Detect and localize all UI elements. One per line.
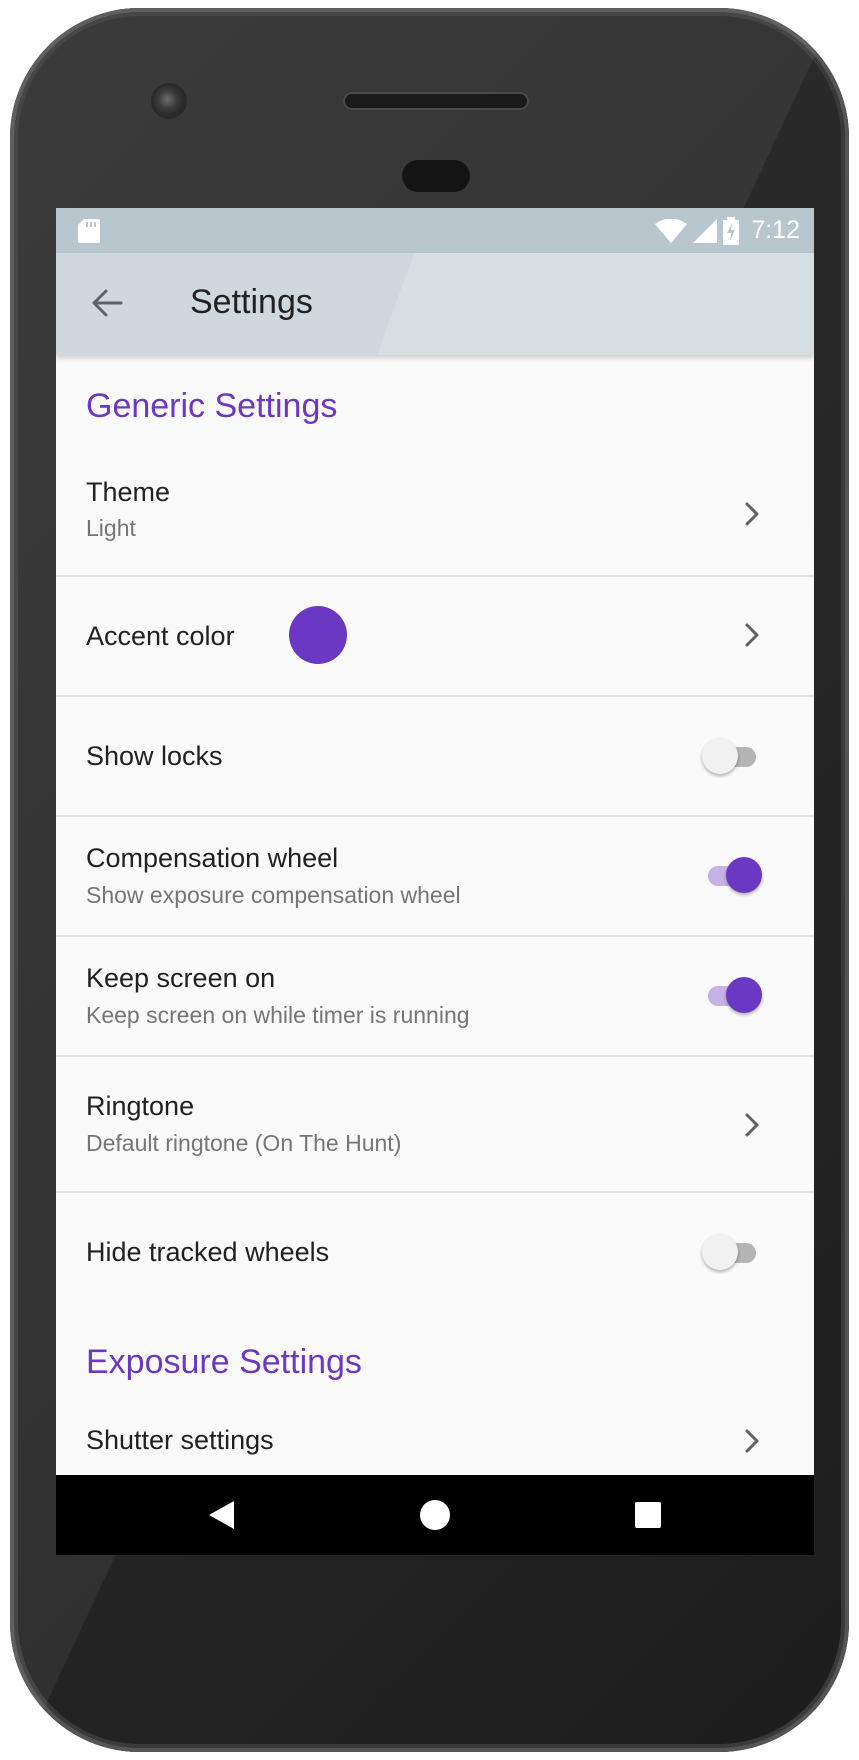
pref-title: Accent color [86, 621, 235, 651]
switch-thumb [702, 738, 738, 774]
status-time: 7:12 [751, 216, 800, 244]
pref-keep-screen-on[interactable]: Keep screen on Keep screen on while time… [56, 937, 814, 1055]
pref-ringtone[interactable]: Ringtone Default ringtone (On The Hunt) [56, 1057, 814, 1191]
pref-title: Ringtone [86, 1091, 195, 1121]
show-locks-switch[interactable] [702, 736, 760, 776]
pref-title: Theme [86, 477, 171, 507]
cell-signal-icon [693, 218, 718, 243]
back-triangle-icon [209, 1501, 234, 1529]
chevron-right-icon [745, 1429, 759, 1453]
status-icons: 7:12 [655, 208, 800, 253]
switch-thumb [702, 1234, 738, 1270]
pref-summary: Default ringtone (On The Hunt) [86, 1130, 402, 1156]
switch-thumb [726, 977, 762, 1013]
app-bar: Settings [56, 253, 814, 355]
pref-theme[interactable]: Theme Light [56, 455, 814, 575]
pref-shutter-settings[interactable]: Shutter settings [56, 1405, 814, 1467]
accent-color-swatch [289, 606, 347, 664]
wifi-icon [655, 218, 688, 243]
home-circle-icon [420, 1500, 450, 1530]
chevron-right-icon [745, 623, 759, 647]
pref-show-locks[interactable]: Show locks [56, 697, 814, 815]
battery-charging-icon [723, 216, 740, 245]
pref-hide-tracked-wheels[interactable]: Hide tracked wheels [56, 1193, 814, 1311]
section-header-generic: Generic Settings [86, 387, 338, 425]
nav-recents-button[interactable] [626, 1493, 670, 1537]
pref-title: Compensation wheel [86, 843, 339, 873]
earpiece-speaker [343, 92, 529, 110]
chevron-right-icon [745, 502, 759, 526]
proximity-sensor [402, 160, 470, 192]
pref-compensation-wheel[interactable]: Compensation wheel Show exposure compens… [56, 817, 814, 935]
back-button[interactable] [82, 278, 132, 328]
pref-title: Keep screen on [86, 963, 276, 993]
compensation-wheel-switch[interactable] [704, 855, 762, 895]
phone-frame: 7:12 Settings Generic Settings Theme Lig… [10, 8, 849, 1752]
recents-square-icon [635, 1502, 661, 1528]
front-camera [154, 86, 184, 116]
navigation-bar [56, 1475, 814, 1555]
section-header-exposure: Exposure Settings [86, 1343, 362, 1381]
sd-card-icon [78, 219, 100, 243]
arrow-left-icon [92, 289, 123, 317]
settings-list: Generic Settings Theme Light Accent colo… [56, 355, 814, 1467]
hide-tracked-wheels-switch[interactable] [702, 1232, 760, 1272]
nav-home-button[interactable] [413, 1493, 457, 1537]
keep-screen-on-switch[interactable] [704, 975, 762, 1015]
switch-thumb [726, 857, 762, 893]
chevron-right-icon [745, 1113, 759, 1137]
nav-back-button[interactable] [199, 1493, 243, 1537]
pref-summary: Keep screen on while timer is running [86, 1002, 470, 1028]
page-title: Settings [190, 283, 313, 321]
pref-title: Shutter settings [86, 1425, 274, 1455]
pref-title: Hide tracked wheels [86, 1237, 330, 1267]
screen: 7:12 Settings Generic Settings Theme Lig… [56, 208, 814, 1555]
pref-title: Show locks [86, 741, 223, 771]
pref-summary: Show exposure compensation wheel [86, 882, 461, 908]
status-bar: 7:12 [56, 208, 814, 253]
pref-accent-color[interactable]: Accent color [56, 577, 814, 695]
pref-summary: Light [86, 515, 136, 541]
